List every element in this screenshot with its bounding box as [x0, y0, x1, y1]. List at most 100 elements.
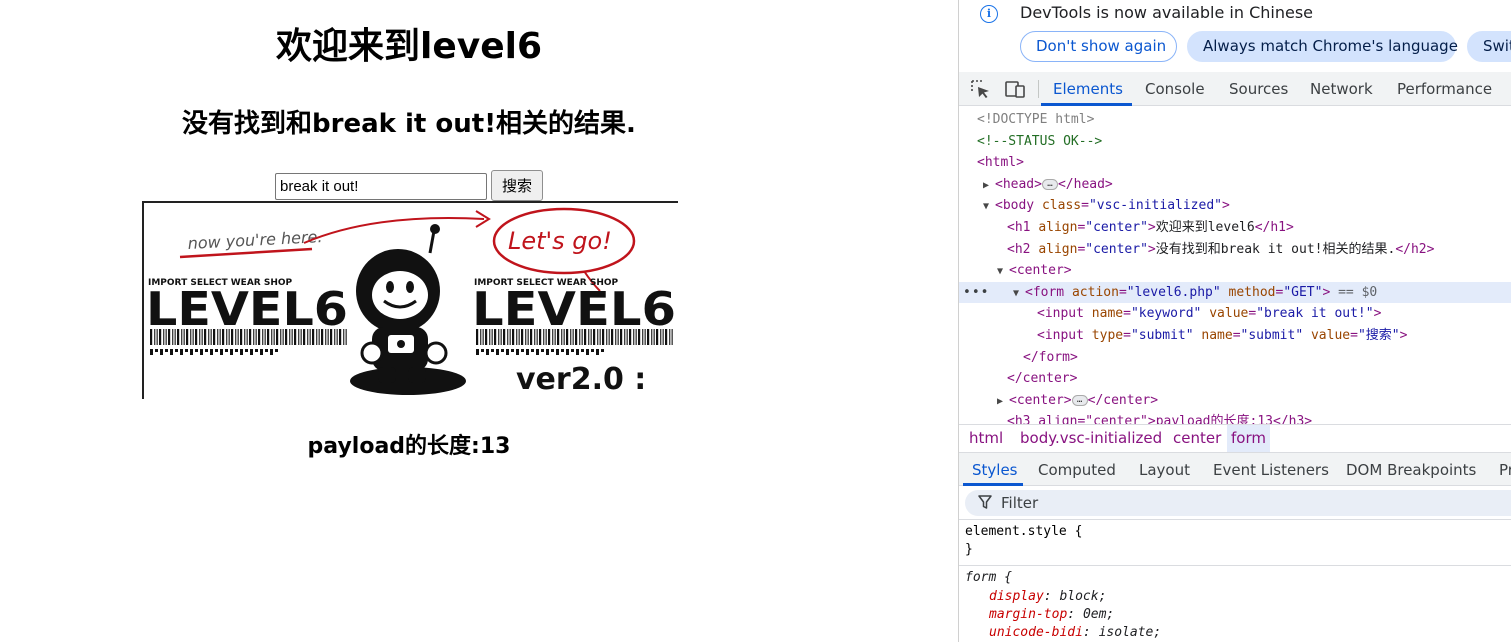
h2-tag: h2: [1014, 241, 1031, 257]
dom-node-head[interactable]: ▶ <head>… </head>: [959, 174, 1511, 196]
keyword-input[interactable]: [275, 173, 487, 200]
expand-triangle-icon[interactable]: ▶: [983, 175, 995, 197]
filter-funnel-icon: [978, 495, 992, 509]
dom-node-center[interactable]: ▼ <center>: [959, 260, 1511, 282]
dont-show-again-button[interactable]: Don't show again: [1020, 31, 1177, 62]
dom-node-comment[interactable]: <!--STATUS OK-->: [959, 131, 1511, 153]
attr-name: action: [1071, 284, 1119, 300]
dom-node-input-submit[interactable]: <input type="submit" name="submit" value…: [959, 325, 1511, 347]
dom-node-input-keyword[interactable]: <input name="keyword" value="break it ou…: [959, 303, 1511, 325]
prop-name: unicode-bidi: [989, 625, 1083, 640]
rule-separator: [959, 565, 1511, 566]
collapsed-ellipsis-icon[interactable]: …: [1071, 394, 1088, 406]
collapse-triangle-icon[interactable]: ▼: [983, 196, 995, 218]
dom-node-doctype[interactable]: <!DOCTYPE html>: [959, 109, 1511, 131]
breadcrumb-center[interactable]: center: [1169, 425, 1225, 452]
element-style-close: }: [965, 542, 973, 557]
webpage-viewport: 欢迎来到level6 没有找到和break it out!相关的结果. 搜索 n…: [0, 0, 958, 642]
h1-text-node: 欢迎来到level6: [1155, 220, 1255, 235]
expand-triangle-icon[interactable]: ▶: [997, 391, 1009, 413]
dom-node-form-selected[interactable]: ••• ▼ <form action="level6.php" method="G…: [959, 281, 1511, 305]
level6-banner-image: now you're here. Let's go! IMPORT SELECT…: [142, 201, 678, 399]
attr-name: class: [1041, 198, 1082, 214]
style-prop-unicode-bidi[interactable]: unicode-bidi: isolate;: [989, 624, 1161, 642]
h1-close-tag: </h1>: [1254, 220, 1294, 235]
switch-language-button[interactable]: Swit: [1467, 31, 1511, 62]
tab-elements[interactable]: Elements: [1053, 80, 1123, 98]
styles-pane[interactable]: element.style { } form { display: block;…: [959, 520, 1511, 642]
prop-value: block;: [1059, 589, 1107, 604]
banner-handwriting-right: Let's go!: [508, 227, 612, 255]
attr-name: name: [1091, 306, 1124, 322]
h3-tag-partial: <h3 align="center">payload的长度:13</h3>: [1007, 414, 1313, 424]
form-close-tag: </form>: [1023, 349, 1078, 365]
inspect-element-icon[interactable]: [970, 79, 992, 99]
search-result-heading: 没有找到和break it out!相关的结果.: [182, 109, 636, 139]
attr-name: name: [1201, 328, 1233, 343]
attr-value: "vsc-initialized": [1088, 198, 1222, 214]
attr-name: align: [1038, 241, 1078, 257]
filter-input[interactable]: [965, 490, 1511, 516]
tab-event-listeners[interactable]: Event Listeners: [1213, 461, 1329, 479]
body-tag: body: [1002, 198, 1035, 214]
dom-node-form-close[interactable]: </form>: [959, 347, 1511, 369]
tab-console[interactable]: Console: [1145, 80, 1205, 98]
attr-value: "GET": [1283, 284, 1323, 300]
always-match-language-button[interactable]: Always match Chrome's language: [1187, 31, 1458, 62]
dom-node-center-close[interactable]: </center>: [959, 368, 1511, 390]
collapse-triangle-icon[interactable]: ▼: [1013, 283, 1025, 305]
robot-mascot-icon: [350, 224, 466, 395]
tab-computed[interactable]: Computed: [1038, 461, 1116, 479]
dom-node-h2[interactable]: <h2 align="center">没有找到和break it out!相关的…: [959, 239, 1511, 261]
prop-value: isolate;: [1098, 625, 1162, 640]
style-prop-display[interactable]: display: block;: [989, 588, 1106, 606]
breadcrumb: html body.vsc-initialized center form: [959, 424, 1511, 453]
version-label: ver2.0 :: [516, 362, 646, 397]
breadcrumb-html[interactable]: html: [965, 425, 1007, 452]
attr-value: "submit": [1240, 328, 1304, 343]
form-rule-selector[interactable]: form {: [965, 569, 1012, 587]
tab-sources[interactable]: Sources: [1229, 80, 1288, 98]
attr-name: value: [1310, 328, 1351, 343]
dom-node-h1[interactable]: <h1 align="center">欢迎来到level6</h1>: [959, 217, 1511, 239]
tab-performance[interactable]: Performance: [1397, 80, 1492, 98]
dom-node-body[interactable]: ▼ <body class="vsc-initialized">: [959, 195, 1511, 217]
h2-text-node: 没有找到和break it out!相关的结果.: [1155, 241, 1396, 257]
head-close-tag: </head>: [1057, 176, 1113, 192]
styles-tabbar: Styles Computed Layout Event Listeners D…: [959, 453, 1511, 486]
input-tag: input: [1044, 306, 1084, 322]
collapse-triangle-icon[interactable]: ▼: [997, 261, 1009, 283]
dom-node-h3-partial[interactable]: <h3 align="center">payload的长度:13</h3>: [959, 411, 1511, 424]
device-toolbar-icon[interactable]: [1004, 79, 1026, 99]
center-close-tag: </center>: [1087, 392, 1159, 408]
search-button[interactable]: 搜索: [491, 170, 543, 201]
comment-text: <!--STATUS OK-->: [977, 133, 1103, 149]
attr-value: "break it out!": [1256, 306, 1374, 322]
prop-name: display: [989, 589, 1044, 604]
breadcrumb-body[interactable]: body.vsc-initialized: [1016, 425, 1166, 452]
collapsed-ellipsis-icon[interactable]: …: [1041, 178, 1058, 190]
page-title: 欢迎来到level6: [275, 26, 543, 67]
attr-value: "submit": [1130, 328, 1194, 343]
dom-node-center-2[interactable]: ▶ <center>… </center>: [959, 390, 1511, 412]
tab-network[interactable]: Network: [1310, 80, 1373, 98]
attr-value: "center": [1085, 220, 1148, 235]
payload-length: payload的长度:13: [307, 434, 511, 459]
dom-tree[interactable]: <!DOCTYPE html> <!--STATUS OK--> <html> …: [959, 106, 1511, 424]
filter-placeholder: Filter: [1001, 494, 1039, 512]
node-actions-icon[interactable]: •••: [963, 282, 989, 304]
tab-layout[interactable]: Layout: [1139, 461, 1190, 479]
tab-styles[interactable]: Styles: [972, 461, 1018, 479]
brand-left: LEVEL6: [146, 282, 348, 336]
h1-tag: h1: [1014, 220, 1031, 235]
attr-name: method: [1228, 284, 1276, 300]
style-prop-margin-top[interactable]: margin-top: 0em;: [989, 606, 1114, 624]
attr-name: value: [1209, 306, 1249, 322]
breadcrumb-form[interactable]: form: [1227, 425, 1270, 452]
element-style-selector[interactable]: element.style {: [965, 523, 1082, 541]
attr-name: align: [1038, 220, 1078, 235]
tab-properties-partial[interactable]: Pr: [1499, 461, 1511, 479]
styles-filter-bar: Filter: [959, 486, 1511, 520]
tab-dom-breakpoints[interactable]: DOM Breakpoints: [1346, 461, 1476, 479]
dom-node-html[interactable]: <html>: [959, 152, 1511, 174]
